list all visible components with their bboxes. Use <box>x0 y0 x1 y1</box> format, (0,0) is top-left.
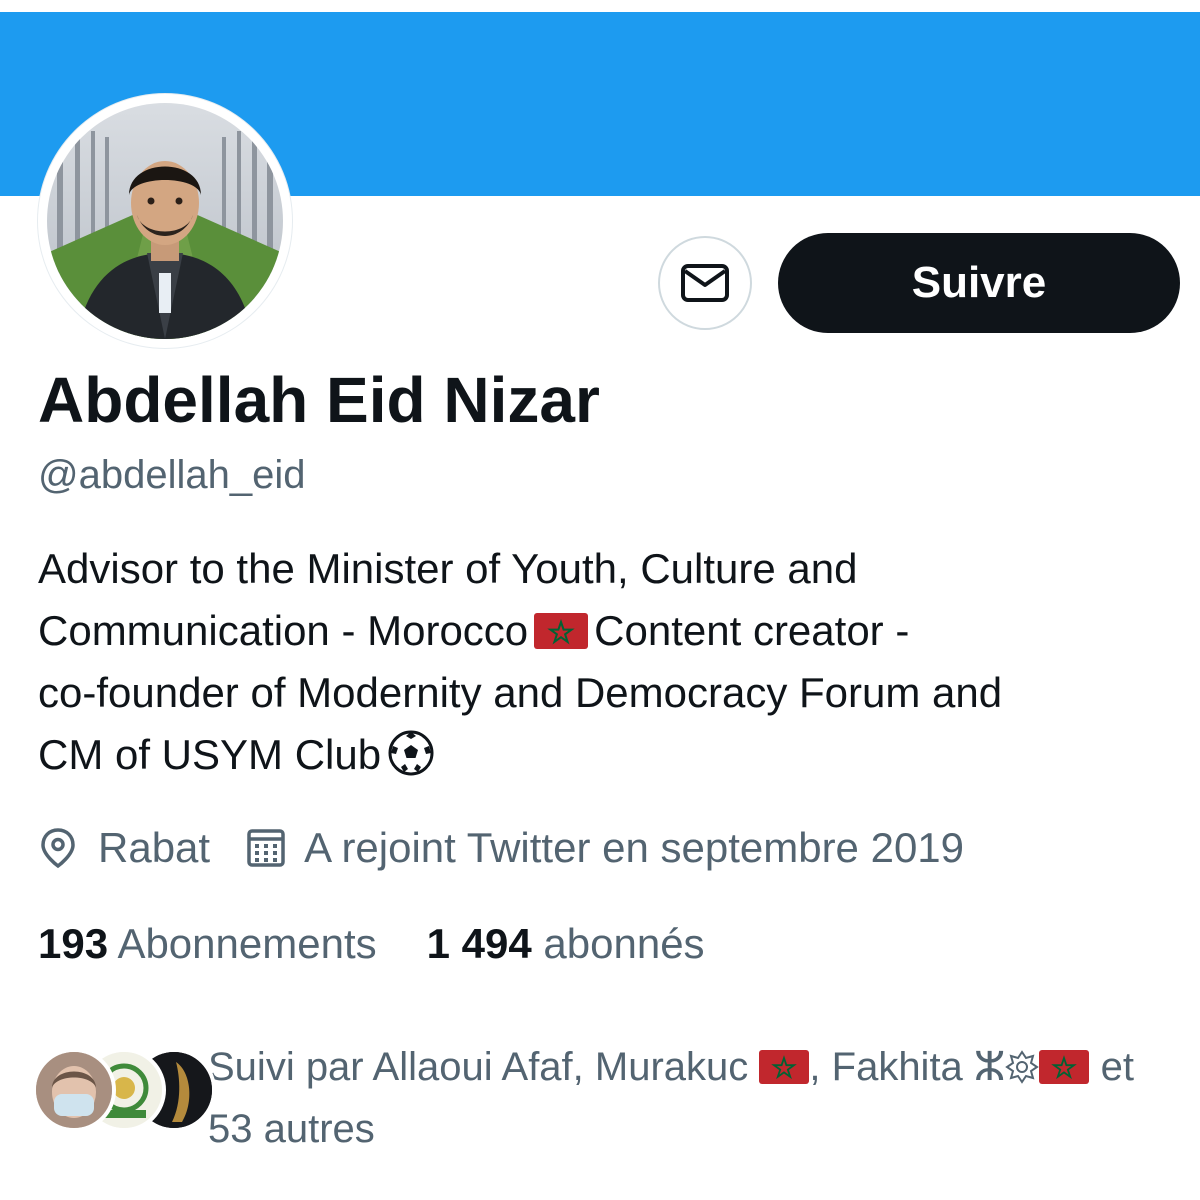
morocco-flag-icon <box>1039 1050 1090 1084</box>
bio-line: Advisor to the Minister of Youth, Cultur… <box>38 538 1178 600</box>
location-item: Rabat <box>38 824 210 872</box>
joined-text: A rejoint Twitter en septembre 2019 <box>304 824 965 871</box>
message-button[interactable] <box>658 236 752 330</box>
location-pin-icon <box>41 828 75 869</box>
profile-meta: Rabat A rejoint Twitter en septembre 201… <box>38 818 964 878</box>
bio-line: Communication - Morocco Content creator … <box>38 600 1178 662</box>
followed-by-others: 53 autres <box>208 1107 375 1151</box>
display-name: Abdellah Eid Nizar <box>38 364 600 436</box>
bio-line: CM of USYM Club <box>38 724 1178 786</box>
bio-line: co-founder of Modernity and Democracy Fo… <box>38 662 1178 724</box>
bio-text: Content creator - <box>594 607 910 654</box>
profile-stats: 193 Abonnements 1 494 abonnés <box>38 914 755 974</box>
seal-icon <box>1005 1050 1040 1084</box>
profile-avatar[interactable] <box>38 94 292 348</box>
user-handle: @abdellah_eid <box>38 453 306 497</box>
calendar-icon <box>247 829 285 867</box>
bio-text: co-founder of Modernity and Democracy Fo… <box>38 669 1003 716</box>
location-text: Rabat <box>98 824 211 871</box>
following-link[interactable]: 193 Abonnements <box>38 914 377 974</box>
follow-button[interactable]: Suivre <box>778 233 1180 333</box>
follow-button-label: Suivre <box>911 258 1047 307</box>
profile-bio: Advisor to the Minister of Youth, Cultur… <box>38 538 1178 786</box>
following-label: Abonnements <box>117 920 377 967</box>
followed-by-suffix: et <box>1100 1045 1134 1089</box>
followers-label: abonnés <box>543 920 705 967</box>
bio-text: Communication - Morocco <box>38 607 529 654</box>
following-count: 193 <box>38 920 109 967</box>
avatar-photo <box>47 103 283 339</box>
joined-item: A rejoint Twitter en septembre 2019 <box>246 824 964 872</box>
follower-avatar <box>32 1048 116 1132</box>
followers-link[interactable]: 1 494 abonnés <box>427 914 705 974</box>
morocco-flag-icon <box>759 1050 810 1084</box>
followers-count: 1 494 <box>426 920 532 967</box>
followed-by-names: Suivi par Allaoui Afaf, Murakuc <box>208 1045 749 1089</box>
envelope-icon <box>681 264 729 302</box>
followed-by-line: Suivi par Allaoui Afaf, Murakuc , Fakhit… <box>208 1036 1178 1098</box>
morocco-flag-icon <box>534 613 589 649</box>
bio-text: Advisor to the Minister of Youth, Cultur… <box>38 545 858 592</box>
followed-by-avatars <box>32 1048 216 1132</box>
bio-text: CM of USYM Club <box>38 731 382 778</box>
followed-by-text: Suivi par Allaoui Afaf, Murakuc , Fakhit… <box>208 1036 1178 1160</box>
soccer-ball-icon <box>388 730 434 776</box>
followed-by-line: 53 autres <box>208 1098 1178 1160</box>
followed-by-section[interactable]: Suivi par Allaoui Afaf, Murakuc , Fakhit… <box>32 1036 1182 1156</box>
profile-page: Suivre Abdellah Eid Nizar @abdellah_eid … <box>0 0 1200 1200</box>
followed-by-names: , Fakhita ⵣ <box>809 1045 1006 1089</box>
